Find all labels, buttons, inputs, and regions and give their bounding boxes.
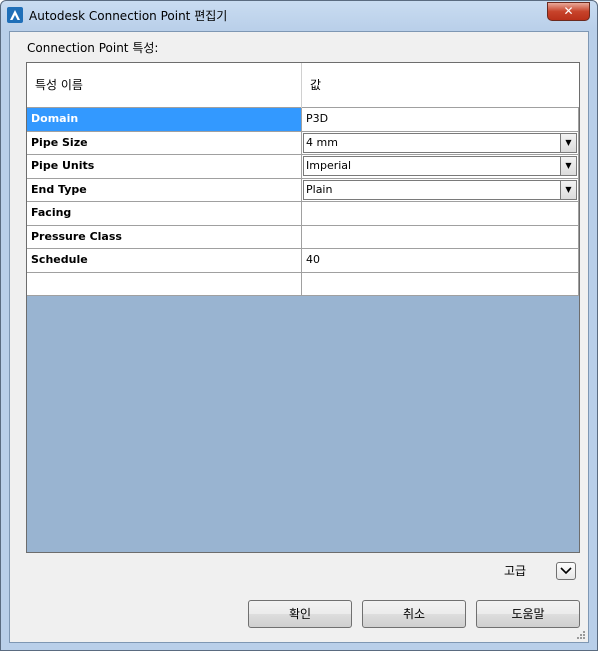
- property-grid: 특성 이름 값 Domain P3D Pipe Size 4 mm ▼ Pipe…: [26, 62, 580, 553]
- column-header-value[interactable]: 값: [302, 63, 579, 108]
- dropdown-arrow-icon[interactable]: ▼: [560, 157, 576, 175]
- grid-header: 특성 이름 값: [27, 63, 579, 108]
- property-name-cell[interactable]: Pressure Class: [27, 225, 302, 249]
- column-header-property-name[interactable]: 특성 이름: [27, 63, 302, 108]
- property-row-new[interactable]: [27, 272, 579, 296]
- end-type-dropdown[interactable]: Plain ▼: [303, 179, 577, 200]
- property-row-domain[interactable]: Domain P3D: [27, 108, 579, 132]
- dropdown-selected-value: Plain: [306, 182, 333, 196]
- property-name-cell[interactable]: Domain: [27, 108, 302, 132]
- property-row-pipe-units[interactable]: Pipe Units Imperial ▼: [27, 155, 579, 179]
- properties-section-label: Connection Point 특성:: [27, 41, 159, 55]
- property-value-cell: Plain ▼: [302, 178, 579, 202]
- dropdown-selected-value: 4 mm: [306, 135, 338, 149]
- property-name-cell[interactable]: Facing: [27, 202, 302, 226]
- property-value-cell: Imperial ▼: [302, 155, 579, 179]
- property-name-cell[interactable]: Schedule: [27, 249, 302, 273]
- property-row-end-type[interactable]: End Type Plain ▼: [27, 178, 579, 202]
- property-name-cell[interactable]: Pipe Units: [27, 155, 302, 179]
- dropdown-arrow-icon[interactable]: ▼: [560, 180, 576, 199]
- autodesk-logo-icon: [7, 7, 23, 23]
- pipe-units-dropdown[interactable]: Imperial ▼: [303, 156, 577, 176]
- property-row-facing[interactable]: Facing: [27, 202, 579, 226]
- property-value-cell[interactable]: [302, 202, 579, 226]
- property-name-cell[interactable]: [27, 272, 302, 296]
- property-value-cell[interactable]: P3D: [302, 108, 579, 132]
- dialog-client-area: Connection Point 특성: 특성 이름 값 Domain P3D …: [9, 31, 589, 643]
- property-value-cell[interactable]: [302, 272, 579, 296]
- property-row-pipe-size[interactable]: Pipe Size 4 mm ▼: [27, 131, 579, 155]
- dropdown-selected-value: Imperial: [306, 159, 352, 172]
- advanced-expand-button[interactable]: [556, 562, 576, 580]
- property-row-schedule[interactable]: Schedule 40: [27, 249, 579, 273]
- advanced-label: 고급: [504, 564, 527, 578]
- property-value-cell: 4 mm ▼: [302, 131, 579, 155]
- dialog-window: Autodesk Connection Point 편집기 ✕ Connecti…: [0, 0, 598, 651]
- property-name-cell[interactable]: End Type: [27, 178, 302, 202]
- property-row-pressure-class[interactable]: Pressure Class: [27, 225, 579, 249]
- property-name-cell[interactable]: Pipe Size: [27, 131, 302, 155]
- pipe-size-dropdown[interactable]: 4 mm ▼: [303, 132, 577, 153]
- chevron-down-icon: [560, 567, 572, 575]
- property-value-cell[interactable]: [302, 225, 579, 249]
- close-button[interactable]: ✕: [547, 2, 590, 21]
- cancel-button[interactable]: 취소: [362, 600, 466, 628]
- ok-button[interactable]: 확인: [248, 600, 352, 628]
- resize-grip-icon[interactable]: [576, 630, 586, 640]
- close-icon: ✕: [563, 4, 574, 18]
- dropdown-arrow-icon[interactable]: ▼: [560, 133, 576, 152]
- help-button[interactable]: 도움말: [476, 600, 580, 628]
- window-title: Autodesk Connection Point 편집기: [29, 9, 228, 23]
- property-value-cell[interactable]: 40: [302, 249, 579, 273]
- title-bar[interactable]: Autodesk Connection Point 편집기 ✕: [1, 1, 597, 31]
